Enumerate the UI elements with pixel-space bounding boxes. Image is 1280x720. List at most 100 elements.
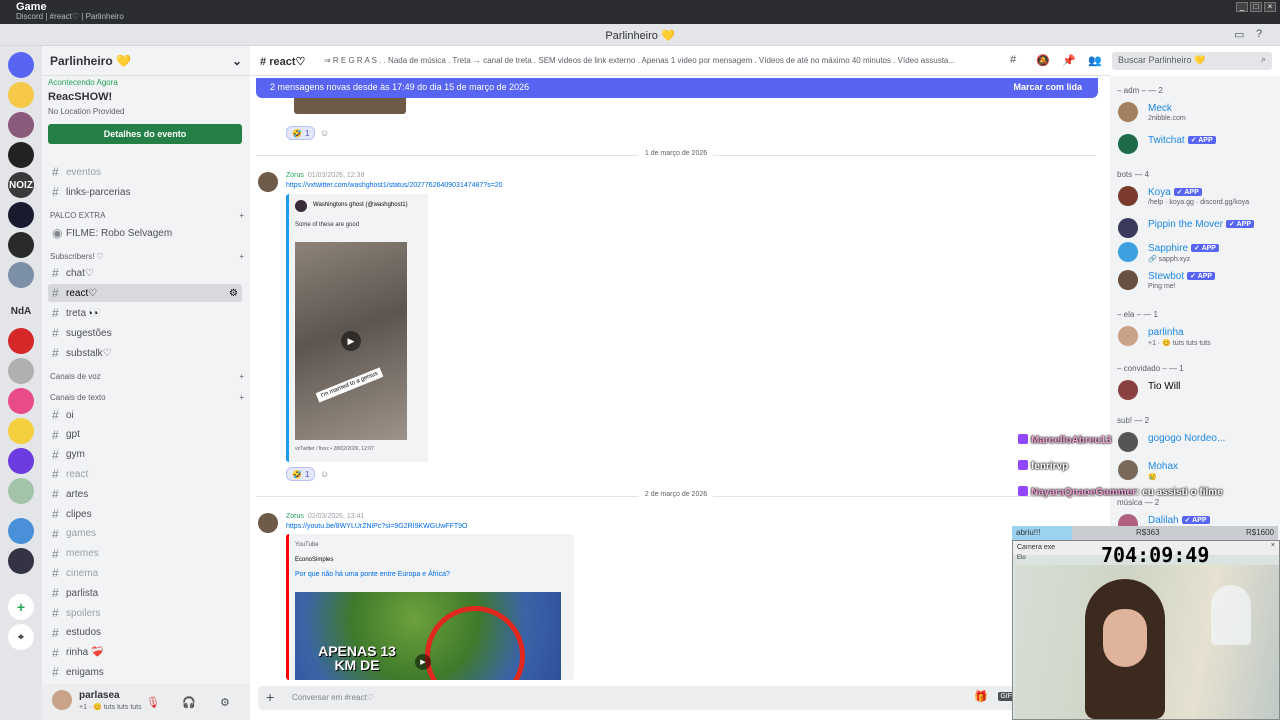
server-icon[interactable] (8, 548, 34, 574)
discover-icon[interactable]: ⌖ (8, 624, 34, 650)
settings-gear-icon[interactable]: ⚙ (220, 696, 230, 709)
help-icon[interactable]: ? (1256, 28, 1268, 40)
server-icon[interactable] (8, 232, 34, 258)
server-icon[interactable]: NOIZ (8, 172, 34, 198)
pin-icon[interactable]: 📌 (1062, 54, 1076, 67)
headset-icon[interactable]: 🎧 (182, 696, 196, 709)
inbox-icon[interactable]: ▭ (1234, 28, 1246, 41)
category-voz[interactable]: Canais de voz + (50, 372, 244, 381)
message-link[interactable]: https://vxtwitter.com/washghost1/status/… (286, 182, 503, 189)
server-icon[interactable]: NdA (8, 298, 34, 324)
channel-react♡[interactable]: # react♡ ⚙ (48, 284, 242, 302)
avatar[interactable] (1118, 186, 1138, 206)
gift-icon[interactable]: 🎁 (974, 690, 988, 703)
close-icon[interactable]: × (1271, 542, 1275, 549)
discord-home-icon[interactable] (8, 52, 34, 78)
avatar[interactable] (1118, 102, 1138, 122)
avatar[interactable] (1118, 134, 1138, 154)
member-item[interactable]: parlinha +1 · 😊 tuts tuts tuts (1118, 326, 1278, 350)
channel-react[interactable]: # react (48, 465, 242, 483)
stage-channel[interactable]: ◉ FILME: Robo Selvagem (48, 224, 242, 242)
event-details-button[interactable]: Detalhes do evento (48, 124, 242, 144)
mute-mic-icon[interactable]: 🎙 (146, 696, 160, 709)
server-icon[interactable] (8, 418, 34, 444)
channel-artes[interactable]: # artes (48, 485, 242, 503)
avatar[interactable] (1118, 380, 1138, 400)
video-thumbnail[interactable]: I'm married to a genius ▶ (295, 242, 407, 440)
member-list-icon[interactable]: 👥 (1088, 54, 1102, 67)
add-attachment-icon[interactable]: + (266, 689, 274, 705)
server-icon[interactable] (8, 262, 34, 288)
add-channel-icon[interactable]: + (239, 252, 244, 261)
member-item[interactable]: Sapphire ✓ APP 🔗 sapph.xyz (1118, 242, 1278, 266)
close-icon[interactable]: × (1264, 2, 1276, 12)
channel-spoilers[interactable]: # spoilers (48, 604, 242, 622)
video-thumbnail[interactable]: APENAS 13 KM DE ▶ (295, 592, 561, 680)
add-server-icon[interactable]: + (8, 594, 34, 620)
search-input[interactable]: Buscar Parlinheiro 💛 ⌕ (1112, 52, 1272, 70)
message-author[interactable]: Zorus 01/03/2026, 12:38 (286, 172, 364, 179)
author-name[interactable]: Zorus (286, 172, 304, 179)
avatar[interactable] (1118, 242, 1138, 262)
server-icon[interactable] (8, 202, 34, 228)
mark-as-read-button[interactable]: Marcar com lida (1013, 82, 1082, 92)
avatar[interactable] (1118, 432, 1138, 452)
embed-channel[interactable]: EconoSimples (295, 557, 333, 563)
category-palco[interactable]: PALCO EXTRA + (50, 211, 244, 220)
previous-embed-image[interactable] (294, 98, 406, 114)
channel-rinha ❤️‍🩹[interactable]: # rinha ❤️‍🩹 (48, 644, 242, 662)
channel-memes[interactable]: # memes (48, 545, 242, 563)
channel-estudos[interactable]: # estudos (48, 624, 242, 642)
server-icon[interactable] (8, 82, 34, 108)
channel-enigams[interactable]: # enigams (48, 663, 242, 681)
server-icon[interactable] (8, 448, 34, 474)
add-reaction-icon[interactable]: ☺ (320, 128, 329, 138)
member-item[interactable]: Mohax 😢 (1118, 460, 1278, 484)
channel-topic[interactable]: ⇒ R E G R A S . . Nada de música . Treta… (324, 56, 1000, 65)
add-channel-icon[interactable]: + (239, 372, 244, 381)
reaction-pill[interactable]: 🤣 1 (286, 467, 316, 481)
member-item[interactable]: Koya ✓ APP/help · koya.gg · discord.gg/ko… (1118, 186, 1278, 210)
reaction-pill[interactable]: 🤣 1 (286, 126, 316, 140)
avatar[interactable] (1118, 460, 1138, 480)
new-messages-banner[interactable]: 2 mensagens novas desde às 17:49 do dia … (256, 78, 1098, 98)
channel-substalk♡[interactable]: # substalk♡ (48, 344, 242, 362)
embed-author[interactable]: Washingtons ghost (@washghost1) (313, 202, 408, 208)
channel-cinema[interactable]: # cinema (48, 564, 242, 582)
avatar[interactable] (1118, 270, 1138, 290)
minimize-icon[interactable]: _ (1236, 2, 1248, 12)
server-icon[interactable] (8, 518, 34, 544)
threads-icon[interactable]: # (1010, 54, 1016, 66)
author-name[interactable]: Zorus (286, 513, 304, 520)
server-icon[interactable] (8, 358, 34, 384)
member-item[interactable]: Tio Will (1118, 380, 1278, 404)
member-item[interactable]: Twitchat ✓ APP (1118, 134, 1278, 158)
embed-title[interactable]: Por que não há uma ponte entre Europa e … (295, 571, 450, 578)
channel-games[interactable]: # games (48, 525, 242, 543)
play-icon[interactable]: ▶ (415, 654, 431, 670)
server-icon[interactable] (8, 112, 34, 138)
avatar[interactable] (258, 172, 278, 192)
avatar[interactable] (1118, 326, 1138, 346)
add-channel-icon[interactable]: + (239, 211, 244, 220)
play-icon[interactable]: ▶ (341, 331, 361, 351)
category-subscribers[interactable]: Subscribers! ♡ + (50, 252, 244, 261)
server-icon[interactable] (8, 142, 34, 168)
member-item[interactable]: Pippin the Mover ✓ APP (1118, 218, 1278, 242)
channel-gpt[interactable]: # gpt (48, 426, 242, 444)
channel-clipes[interactable]: # clipes (48, 505, 242, 523)
channel-links-parcerias[interactable]: # links-parcerias (48, 183, 242, 201)
message-author[interactable]: Zorus 02/03/2026, 13:41 (286, 513, 364, 520)
guild-header[interactable]: Parlinheiro 💛 ⌄ (42, 46, 250, 76)
server-icon[interactable] (8, 478, 34, 504)
server-icon[interactable] (8, 388, 34, 414)
channel-parlista[interactable]: # parlista (48, 584, 242, 602)
avatar[interactable] (258, 513, 278, 533)
notification-bell-icon[interactable]: 🔕 (1036, 54, 1050, 67)
add-reaction-icon[interactable]: ☺ (320, 469, 329, 479)
member-item[interactable]: Meck 2nibble.com (1118, 102, 1278, 126)
server-icon[interactable] (8, 328, 34, 354)
channel-settings-icon[interactable]: ⚙ (229, 288, 238, 299)
channel-chat♡[interactable]: # chat♡ (48, 264, 242, 282)
channel-gym[interactable]: # gym (48, 446, 242, 464)
